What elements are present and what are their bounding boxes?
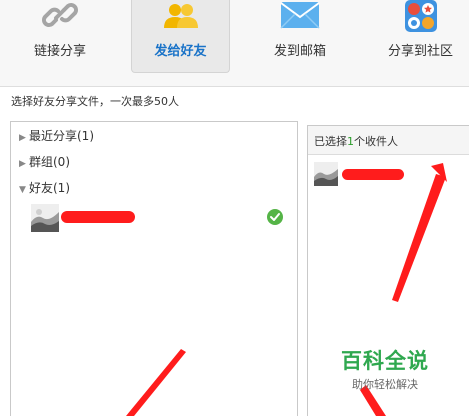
share-tab-bar: 链接分享 发给好友 发到邮箱 分享到社区	[0, 0, 469, 87]
tree-group-groups[interactable]: ▶ 群组(0)	[19, 153, 70, 171]
avatar	[31, 204, 59, 232]
tab-send-to-email[interactable]: 发到邮箱	[240, 0, 360, 72]
selected-count-text: 已选择1个收件人	[314, 133, 398, 149]
tree-group-label: 最近分享(1)	[29, 129, 94, 143]
redaction-mark	[342, 169, 404, 180]
tree-group-friends[interactable]: ▼ 好友(1)	[19, 179, 70, 197]
community-icon	[401, 0, 441, 34]
caret-down-icon: ▼	[19, 185, 26, 195]
tree-group-label: 好友(1)	[29, 181, 70, 195]
selected-recipients-header: 已选择1个收件人	[308, 126, 469, 155]
tab-label: 分享到社区	[387, 44, 453, 59]
tab-label: 发给好友	[154, 44, 207, 59]
caret-right-icon: ▶	[19, 133, 26, 143]
friends-icon	[161, 0, 201, 34]
selected-suffix: 个收件人	[354, 135, 398, 148]
selected-recipient-item[interactable]	[314, 162, 464, 188]
contact-tree-panel[interactable]: ▶ 最近分享(1) ▶ 群组(0) ▼ 好友(1)	[10, 121, 298, 416]
watermark-subtitle: 助你轻松解决	[352, 378, 418, 391]
selected-prefix: 已选择	[314, 135, 347, 148]
caret-right-icon: ▶	[19, 159, 26, 169]
link-icon	[40, 0, 80, 34]
check-icon	[267, 209, 283, 225]
redaction-mark	[61, 211, 135, 223]
tab-label: 发到邮箱	[273, 44, 326, 59]
selected-count: 1	[347, 135, 354, 148]
mail-icon	[280, 0, 320, 34]
tree-group-recent[interactable]: ▶ 最近分享(1)	[19, 127, 94, 145]
tab-share-to-community[interactable]: 分享到社区	[372, 0, 469, 72]
share-hint: 选择好友分享文件，一次最多50人	[11, 95, 179, 108]
tab-link-share[interactable]: 链接分享	[0, 0, 120, 72]
friend-list-item[interactable]	[31, 202, 283, 236]
tab-label: 链接分享	[33, 44, 86, 59]
watermark-title: 百科全说	[341, 349, 429, 373]
avatar	[314, 162, 338, 186]
tree-group-label: 群组(0)	[29, 155, 70, 169]
tab-send-to-friends[interactable]: 发给好友	[131, 0, 230, 73]
watermark: 百科全说 助你轻松解决	[341, 345, 429, 392]
share-dialog: 链接分享 发给好友 发到邮箱 分享到社区 选择好友分享文件，一次最多50人 ▶ …	[0, 0, 469, 416]
